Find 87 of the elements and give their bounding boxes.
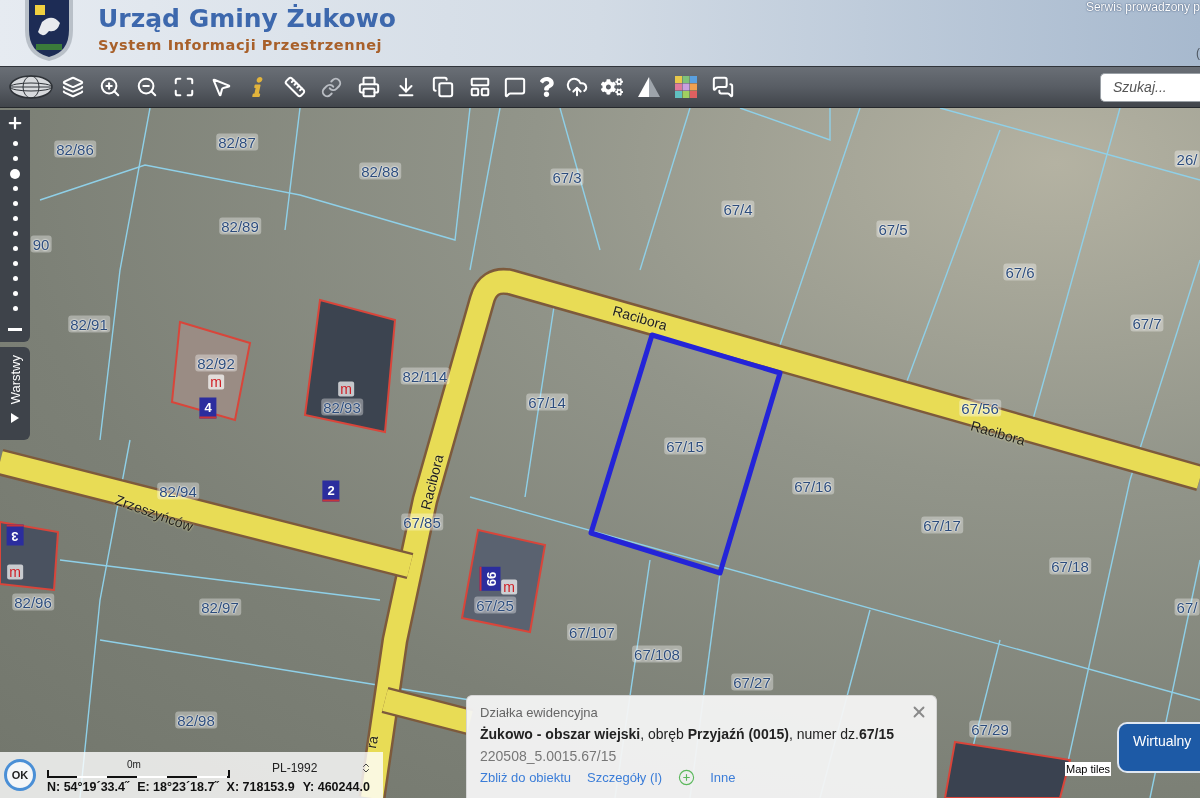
scale-label: 0m xyxy=(127,758,141,770)
plus-icon xyxy=(6,114,24,132)
gears-icon xyxy=(600,77,623,97)
coordinate-readout: N: 54°19´33.4˝ xyxy=(47,779,130,795)
link-icon xyxy=(321,76,342,98)
ok-indicator: OK xyxy=(4,759,36,791)
minus-icon xyxy=(8,327,22,331)
ruler-icon xyxy=(283,76,306,98)
parcel-number-label: 82/97 xyxy=(199,598,241,616)
parcel-number-label: 67/3 xyxy=(550,168,584,186)
virtual-tour-button[interactable]: Wirtualny xyxy=(1117,722,1200,773)
parcel-number-label: 67/56 xyxy=(959,399,1001,417)
coordinate-readout: X: 718153.9 xyxy=(226,779,295,795)
zoom-slider-thumb[interactable] xyxy=(10,168,20,179)
land-use-label: m xyxy=(208,374,224,390)
search-field[interactable]: Szukaj... xyxy=(1100,72,1200,102)
popup-link[interactable]: Szczegóły (I) xyxy=(587,769,663,786)
copy-icon xyxy=(431,76,454,98)
parcel-number-label: 67/29 xyxy=(969,720,1011,738)
layers-icon xyxy=(61,76,84,98)
parcel-number-label: 67/108 xyxy=(632,645,682,663)
play-triangle-icon xyxy=(11,413,19,424)
parcel-number-label: 82/88 xyxy=(359,162,401,180)
land-use-label: m xyxy=(501,579,517,595)
color-grid-icon xyxy=(674,76,697,98)
popup-heading: Działka ewidencyjna xyxy=(480,704,598,721)
zoom-out-icon xyxy=(135,76,158,98)
coordinate-readout: Y: 460244.0 xyxy=(302,779,370,795)
parcel-number-label: 82/93 xyxy=(321,398,363,416)
corner-text: ( xyxy=(1196,46,1200,60)
parcel-number-label: 67/6 xyxy=(1003,263,1037,281)
chat-bubbles-icon xyxy=(711,76,734,98)
layers-tab[interactable]: Warstwy xyxy=(0,347,30,440)
parcel-number-label: 82/89 xyxy=(219,217,261,235)
parcel-number-label: 67/4 xyxy=(721,200,755,218)
plus-circle-icon xyxy=(678,769,696,786)
street-name-label: ra xyxy=(364,734,380,750)
parcel-number-label: 67/7 xyxy=(1130,314,1164,332)
parcel-number-label: 82/96 xyxy=(12,593,54,611)
parcel-number-label: 82/114 xyxy=(400,367,450,385)
parcel-number-label: 82/87 xyxy=(216,133,258,151)
parcel-number-label: 90 xyxy=(30,235,52,253)
parcel-number-label: 82/98 xyxy=(175,711,217,729)
coordinate-readout: E: 18°23´18.7˝ xyxy=(137,779,219,795)
street-name-label: Racibora xyxy=(418,453,446,511)
service-note: Serwis prowadzony p xyxy=(1085,0,1200,14)
house-number-badge: 2 xyxy=(322,480,340,502)
map-attribution: Map tiles xyxy=(1065,762,1112,776)
parcel-number-label: 82/94 xyxy=(157,482,199,500)
speech-bubble-icon xyxy=(503,76,526,98)
parcel-number-label: 67/16 xyxy=(792,477,834,495)
parcel-number-label: 67/25 xyxy=(474,596,516,614)
house-number-badge: 4 xyxy=(199,397,217,419)
parcel-number-label: 82/91 xyxy=(68,315,110,333)
triangle-icon xyxy=(637,77,660,97)
cloud-upload-icon xyxy=(566,76,588,98)
printer-icon xyxy=(357,76,380,98)
site-subtitle: System Informacji Przestrzennej xyxy=(98,36,384,54)
parcel-number-label: 67/5 xyxy=(876,220,910,238)
house-number-badge: 3 xyxy=(6,524,24,546)
globe-logo-icon xyxy=(9,75,53,99)
parcel-number-label: 67/27 xyxy=(731,673,773,691)
parcel-number-label: 67/ xyxy=(1174,598,1200,616)
zoom-in-icon xyxy=(98,76,121,98)
site-title: Urząd Gminy Żukowo xyxy=(98,4,396,34)
parcel-number-label: 67/14 xyxy=(526,393,568,411)
parcel-number-label: 67/17 xyxy=(921,516,963,534)
parcel-identifier: 220508_5.0015.67/15 xyxy=(480,747,617,765)
parcel-number-label: 67/107 xyxy=(567,623,617,641)
land-use-label: m xyxy=(338,381,354,397)
parcel-number-label: 82/86 xyxy=(54,140,96,158)
house-number-badge: 99 xyxy=(479,566,501,592)
parcel-number-label: 67/18 xyxy=(1049,557,1091,575)
updown-chevron-icon xyxy=(360,761,372,774)
popup-link[interactable]: Zbliż do obiektu xyxy=(480,769,572,786)
land-use-label: m xyxy=(7,564,23,580)
full-extent-icon xyxy=(172,76,195,98)
help-icon xyxy=(537,77,555,97)
parcel-number-label: 67/15 xyxy=(664,437,706,455)
coat-of-arms-logo xyxy=(22,0,76,62)
parcel-description: Żukowo - obszar wiejski, obręb Przyjaźń (0015), numer dz.67/15 xyxy=(480,725,894,743)
popup-link[interactable]: Inne xyxy=(710,769,736,786)
parcel-number-label: 26/ xyxy=(1174,150,1200,168)
projection-select[interactable]: PL-1992 xyxy=(272,757,372,778)
parcel-number-label: 67/85 xyxy=(401,513,443,531)
parcel-number-label: 82/92 xyxy=(195,354,237,372)
layout-icon xyxy=(468,76,491,98)
